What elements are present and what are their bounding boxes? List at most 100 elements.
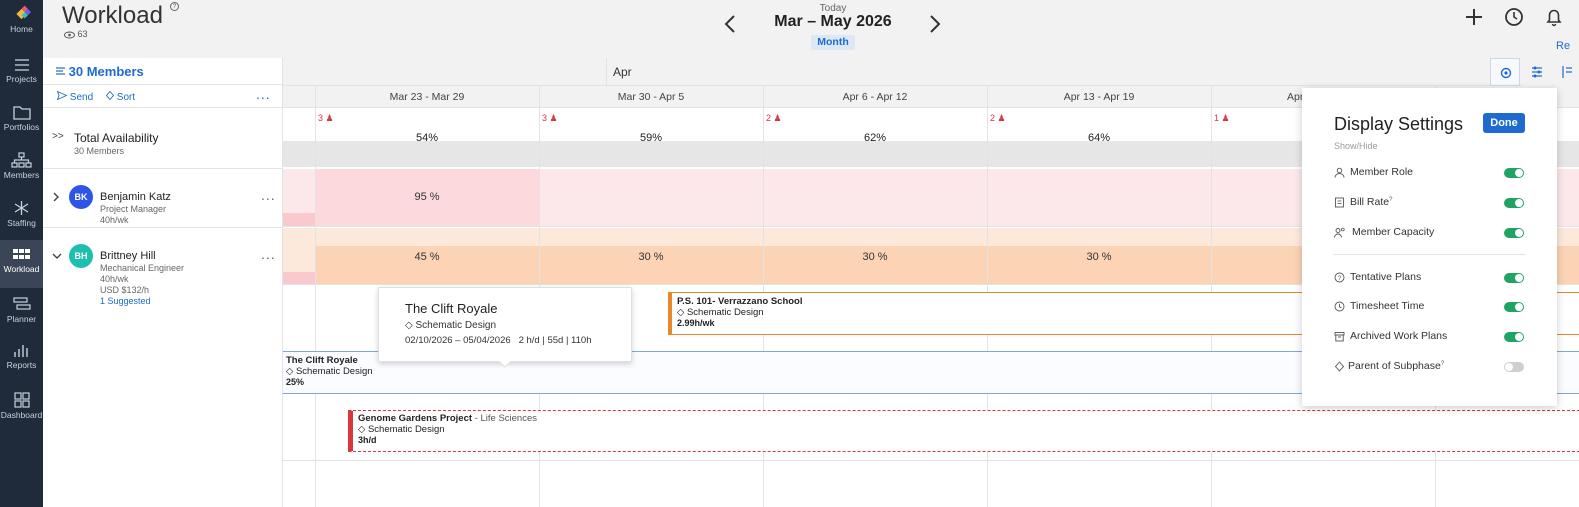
left-nav: Home Projects Portfolios Members Staffin…	[0, 0, 43, 507]
clock-icon[interactable]	[1502, 5, 1526, 29]
date-range: Mar – May 2026	[774, 13, 892, 30]
help-icon[interactable]: ?	[170, 2, 179, 11]
row-divider	[283, 460, 1579, 461]
nav-portfolios[interactable]: Portfolios	[0, 98, 43, 146]
nav-dashboard[interactable]: Dashboard	[0, 386, 43, 434]
archive-icon	[1334, 332, 1345, 342]
tooltip-stats: 2 h/d | 55d | 110h	[518, 335, 592, 346]
member-capacity: 40h/wk	[100, 215, 129, 225]
display-settings-title: Display Settings	[1334, 114, 1464, 134]
nav-portfolios-label: Portfolios	[3, 122, 40, 132]
availability-percent: 54%	[415, 132, 439, 144]
setting-label: Bill Rate?	[1350, 196, 1393, 208]
total-subtitle: 30 Members	[74, 146, 125, 156]
bill-rate-toggle[interactable]	[1504, 198, 1524, 208]
member-name[interactable]: Brittney Hill	[100, 250, 156, 262]
member-role-toggle[interactable]	[1504, 168, 1524, 178]
send-label: Send	[69, 92, 94, 103]
chevron-down-icon[interactable]	[52, 252, 62, 260]
nav-home-label: Home	[10, 24, 33, 34]
member-name[interactable]: Benjamin Katz	[100, 191, 171, 203]
add-icon[interactable]	[1462, 5, 1486, 29]
nav-members[interactable]: Members	[0, 146, 43, 194]
setting-label: Parent of Subphase?	[1348, 360, 1445, 372]
filter-button[interactable]	[1522, 58, 1552, 86]
members-header: 30 Members	[43, 58, 282, 85]
expand-total-icon[interactable]: >>	[52, 131, 64, 142]
settings-button[interactable]	[1490, 58, 1520, 86]
tentative-plans-toggle[interactable]	[1504, 273, 1524, 283]
capacity-person-icon	[1334, 227, 1345, 238]
availability-percent: 62%	[863, 132, 887, 144]
month-label: Apr	[606, 58, 632, 86]
next-period-icon[interactable]	[923, 12, 945, 36]
send-button[interactable]: Send	[56, 90, 94, 103]
setting-label: Archived Work Plans	[1350, 330, 1448, 342]
folder-icon	[13, 106, 31, 120]
capacity-cell	[283, 213, 315, 226]
month-header: Apr	[283, 58, 1579, 86]
diamond-icon	[1334, 361, 1345, 372]
nav-dashboard-label: Dashboard	[0, 410, 43, 420]
setting-tentative-plans: ? Tentative Plans	[1334, 270, 1526, 286]
tentative-plan-bar[interactable]: Genome Gardens Project - Life Sciences ◇…	[348, 410, 1579, 452]
bar-client: - Life Sciences	[474, 413, 537, 424]
list-lines-icon	[56, 67, 65, 75]
setting-label: Member Capacity	[1352, 226, 1435, 238]
help-icon[interactable]: ?	[1441, 361, 1444, 367]
nav-members-label: Members	[3, 170, 40, 180]
setting-member-capacity: Member Capacity	[1334, 225, 1526, 241]
week-label: Mar 30 - Apr 5	[617, 91, 685, 103]
bar-hours: 3h/d	[358, 435, 377, 445]
help-icon[interactable]: ?	[1389, 197, 1392, 203]
member-capacity-toggle[interactable]	[1504, 228, 1524, 238]
chevron-right-icon[interactable]	[52, 192, 60, 202]
workload-grid-icon	[13, 249, 30, 259]
person-alert-icon: ♟	[997, 113, 1006, 123]
dashboard-icon	[14, 392, 30, 408]
done-button[interactable]: Done	[1483, 113, 1525, 133]
setting-label: Timesheet Time	[1350, 300, 1425, 312]
layout-button[interactable]	[1554, 58, 1579, 86]
receipt-icon	[1335, 197, 1344, 208]
member-more-button[interactable]: ...	[261, 246, 276, 262]
setting-label: Member Role	[1350, 166, 1414, 178]
prev-period-icon[interactable]	[720, 12, 742, 36]
right-link[interactable]: Re	[1556, 40, 1570, 52]
overbooked-count[interactable]: 2 ♟	[990, 113, 1006, 124]
suggested-link[interactable]: 1 Suggested	[100, 296, 151, 306]
avatar[interactable]: BH	[69, 244, 93, 268]
nav-reports[interactable]: Reports	[0, 336, 43, 384]
eye-icon	[64, 31, 75, 39]
bar-chart-icon	[14, 345, 28, 357]
total-title: Total Availability	[74, 131, 159, 145]
parent-of-subphase-toggle[interactable]	[1504, 362, 1524, 372]
view-mode-chip[interactable]: Month	[811, 35, 855, 50]
overbooked-count[interactable]: 2 ♟	[766, 113, 782, 124]
nav-planner[interactable]: Planner	[0, 290, 43, 338]
member-more-button[interactable]: ...	[261, 187, 276, 203]
bell-icon[interactable]	[1542, 5, 1566, 29]
overbooked-count[interactable]: 1 ♟	[1214, 113, 1230, 124]
settings-divider	[1334, 254, 1526, 255]
overbooked-count[interactable]: 3 ♟	[542, 113, 558, 124]
nav-reports-label: Reports	[6, 360, 37, 370]
member-row-benjamin: BK Benjamin Katz Project Manager 40h/wk …	[43, 169, 282, 227]
archived-work-plans-toggle[interactable]	[1504, 332, 1524, 342]
nav-workload[interactable]: Workload	[0, 240, 43, 288]
overbooked-count[interactable]: 3 ♟	[318, 113, 334, 124]
members-count-button[interactable]: 30 Members	[56, 64, 144, 79]
setting-parent-of-subphase: Parent of Subphase?	[1334, 359, 1526, 375]
setting-archived-work-plans: Archived Work Plans	[1334, 329, 1526, 345]
sort-button[interactable]: Sort	[105, 90, 135, 103]
home-logo-icon	[16, 5, 32, 20]
nav-projects[interactable]: Projects	[0, 50, 43, 98]
viewer-count-value: 63	[77, 29, 88, 39]
nav-staffing[interactable]: Staffing	[0, 194, 43, 242]
member-role: Mechanical Engineer	[100, 263, 185, 273]
avatar[interactable]: BK	[69, 185, 93, 209]
nav-home[interactable]: Home	[0, 0, 43, 48]
timesheet-time-toggle[interactable]	[1504, 302, 1524, 312]
member-row-brittney: BH Brittney Hill Mechanical Engineer 40h…	[43, 228, 282, 308]
members-more-button[interactable]: ...	[256, 86, 271, 102]
